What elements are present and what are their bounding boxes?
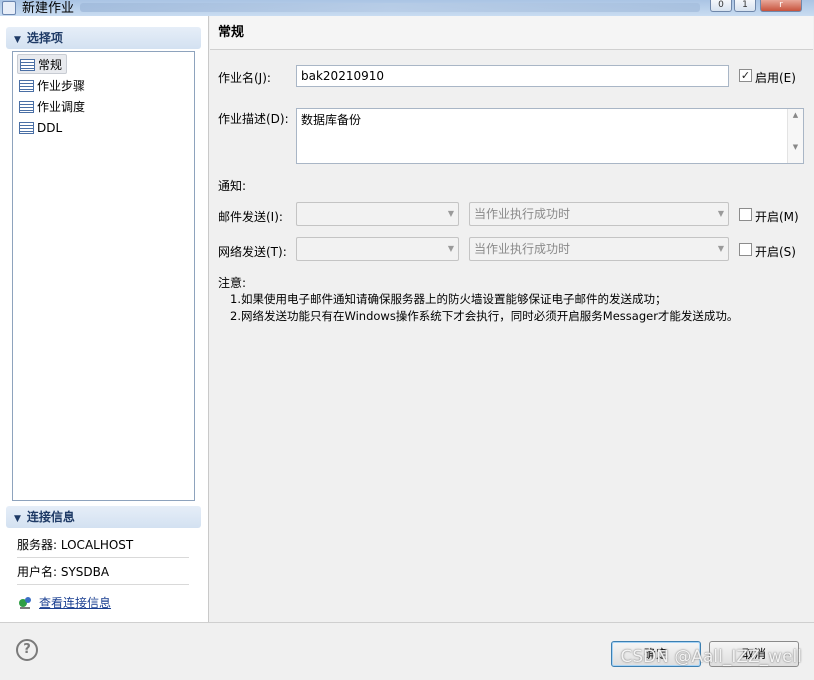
job-name-label: 作业名(J): bbox=[218, 71, 271, 85]
connection-section-header[interactable]: ▼ 连接信息 bbox=[6, 506, 201, 528]
list-icon bbox=[19, 101, 34, 113]
job-description-text: 数据库备份 bbox=[301, 113, 362, 127]
job-description-label: 作业描述(D): bbox=[218, 112, 289, 126]
view-connection-link[interactable]: 查看连接信息 bbox=[17, 592, 111, 614]
net-target-select[interactable]: ▼ bbox=[296, 237, 459, 261]
enable-label: 启用(E) bbox=[755, 71, 796, 85]
collapse-triangle-icon: ▼ bbox=[14, 35, 21, 45]
note-line-1: 1.如果使用电子邮件通知请确保服务器上的防火墙设置能够保证电子邮件的发送成功； bbox=[230, 292, 667, 306]
user-info: 用户名: SYSDBA bbox=[17, 559, 189, 585]
net-condition-select[interactable]: 当作业执行成功时 ▼ bbox=[469, 237, 729, 261]
job-name-input[interactable]: bak20210910 bbox=[296, 65, 729, 87]
chevron-down-icon: ▼ bbox=[717, 244, 724, 253]
maximize-button[interactable]: 1 bbox=[734, 0, 756, 12]
connection-icon bbox=[19, 597, 31, 609]
window-title: 新建作业 bbox=[22, 1, 75, 16]
description-scrollbar[interactable]: ▲ ▼ bbox=[787, 109, 803, 163]
left-panel: ▼ 选择项 常规 作业步骤 作业调度 DDL ▼ 连接信息 服务器: LOCALHO… bbox=[0, 16, 209, 622]
mail-target-select[interactable]: ▼ bbox=[296, 202, 459, 226]
tree-item-job-steps[interactable]: 作业步骤 bbox=[17, 76, 89, 96]
list-icon bbox=[19, 122, 34, 134]
tree-item-ddl[interactable]: DDL bbox=[17, 118, 66, 138]
mail-condition-value: 当作业执行成功时 bbox=[474, 207, 571, 221]
tree-item-job-schedule[interactable]: 作业调度 bbox=[17, 97, 89, 117]
mail-enable-label: 开启(M) bbox=[755, 210, 799, 224]
dialog-footer: ? 确定 取消 CSDN @Aall_IZZ_well bbox=[0, 622, 814, 680]
scroll-down-icon[interactable]: ▼ bbox=[788, 143, 803, 151]
net-enable-label: 开启(S) bbox=[755, 245, 796, 259]
net-condition-value: 当作业执行成功时 bbox=[474, 242, 571, 256]
app-icon bbox=[2, 1, 16, 15]
watermark: CSDN @Aall_IZZ_well bbox=[620, 647, 802, 667]
right-panel: 常规 作业名(J): bak20210910 ✓ 启用(E) 作业描述(D): … bbox=[210, 16, 813, 622]
close-button[interactable]: r bbox=[760, 0, 802, 12]
options-section-header[interactable]: ▼ 选择项 bbox=[6, 27, 201, 49]
tree-item-label: 常规 bbox=[38, 58, 63, 72]
view-connection-label: 查看连接信息 bbox=[39, 596, 112, 610]
title-bar: 新建作业 0 1 r bbox=[0, 0, 814, 16]
chevron-down-icon: ▼ bbox=[447, 244, 454, 253]
chevron-down-icon: ▼ bbox=[447, 209, 454, 218]
job-description-input[interactable]: 数据库备份 ▲ ▼ bbox=[296, 108, 804, 164]
enable-checkbox[interactable]: ✓ bbox=[739, 69, 752, 82]
note-label: 注意: bbox=[218, 276, 247, 290]
tree-item-label: DDL bbox=[37, 121, 63, 135]
help-icon[interactable]: ? bbox=[16, 639, 38, 661]
blurred-path bbox=[80, 3, 700, 12]
mail-send-label: 邮件发送(I): bbox=[218, 210, 283, 224]
tree-item-label: 作业调度 bbox=[37, 100, 86, 114]
notify-label: 通知: bbox=[218, 179, 247, 193]
server-info: 服务器: LOCALHOST bbox=[17, 532, 189, 558]
note-line-2: 2.网络发送功能只有在Windows操作系统下才会执行，同时必须开启服务Mess… bbox=[230, 309, 739, 323]
mail-enable-checkbox[interactable] bbox=[739, 208, 752, 221]
list-icon bbox=[19, 80, 34, 92]
connection-header-label: 连接信息 bbox=[26, 510, 75, 524]
tree-item-general[interactable]: 常规 bbox=[17, 54, 68, 74]
chevron-down-icon: ▼ bbox=[717, 209, 724, 218]
minimize-button[interactable]: 0 bbox=[710, 0, 732, 12]
list-icon bbox=[20, 59, 35, 71]
options-tree: 常规 作业步骤 作业调度 DDL bbox=[12, 51, 195, 501]
scroll-up-icon[interactable]: ▲ bbox=[788, 111, 803, 119]
mail-condition-select[interactable]: 当作业执行成功时 ▼ bbox=[469, 202, 729, 226]
tree-item-label: 作业步骤 bbox=[37, 79, 86, 93]
options-header-label: 选择项 bbox=[26, 31, 63, 45]
section-title: 常规 bbox=[210, 16, 813, 50]
net-enable-checkbox[interactable] bbox=[739, 243, 752, 256]
net-send-label: 网络发送(T): bbox=[218, 245, 287, 259]
collapse-triangle-icon: ▼ bbox=[14, 514, 21, 524]
